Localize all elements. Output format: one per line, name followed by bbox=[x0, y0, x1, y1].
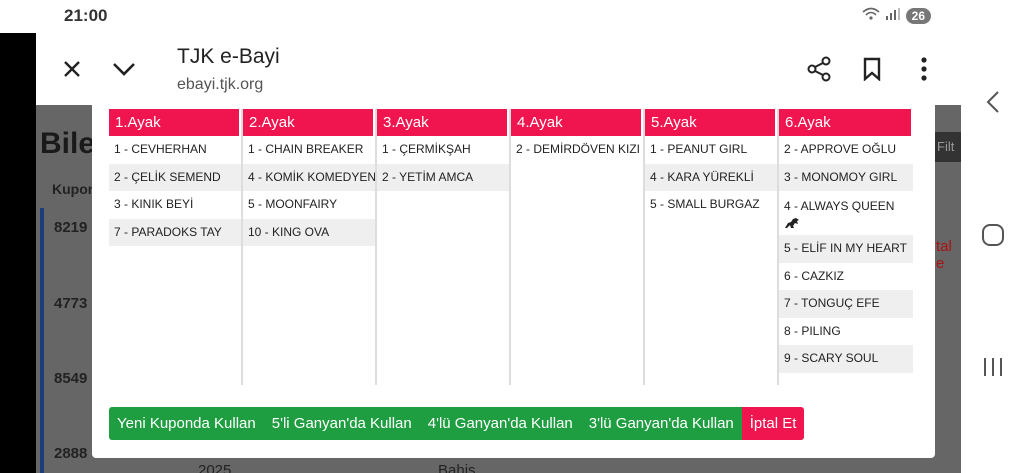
leg-header: 3.Ayak bbox=[377, 109, 509, 136]
bg-id: 4773 bbox=[54, 295, 88, 312]
horse-item[interactable]: 2 - YETİM AMCA bbox=[377, 163, 509, 191]
horse-item[interactable]: 7 - PARADOKS TAY bbox=[109, 218, 241, 246]
more-options-icon[interactable] bbox=[910, 55, 938, 83]
page-title: TJK e-Bayi bbox=[177, 45, 280, 68]
horse-item[interactable]: 1 - ÇERMİKŞAH bbox=[377, 136, 509, 164]
bookmark-icon[interactable] bbox=[858, 55, 886, 83]
horse-item[interactable]: 2 - APPROVE OĞLU bbox=[779, 136, 913, 164]
status-icons: 26 bbox=[862, 7, 931, 24]
leg-column: 3.Ayak 1 - ÇERMİKŞAH 2 - YETİM AMCA bbox=[377, 109, 511, 385]
page-url[interactable]: ebayi.tjk.org bbox=[177, 76, 263, 94]
bg-red-text: tal e bbox=[936, 238, 952, 272]
horse-item[interactable]: 10 - KING OVA bbox=[243, 218, 375, 246]
horse-item[interactable]: 5 - ELİF IN MY HEART bbox=[779, 235, 913, 263]
horse-item[interactable]: 8 - PILING bbox=[779, 318, 913, 346]
horse-item[interactable]: 6 - CAZKIZ bbox=[779, 263, 913, 291]
leg-header: 2.Ayak bbox=[243, 109, 375, 136]
home-icon[interactable] bbox=[979, 221, 1007, 249]
signal-icon bbox=[885, 8, 900, 23]
share-icon[interactable] bbox=[805, 55, 833, 83]
horse-item-label: 4 - ALWAYS QUEEN bbox=[784, 199, 895, 213]
selection-modal: 1.Ayak 1 - CEVHERHAN 2 - ÇELİK SEMEND 3 … bbox=[92, 105, 935, 458]
horse-item[interactable]: 4 - ALWAYS QUEEN bbox=[779, 191, 913, 235]
horse-item[interactable]: 1 - CHAIN BREAKER bbox=[243, 136, 375, 164]
horse-item[interactable]: 2 - DEMİRDÖVEN KIZI bbox=[511, 136, 643, 164]
horse-item[interactable]: 4 - KARA YÜREKLİ bbox=[645, 163, 777, 191]
horse-item[interactable]: 3 - KINIK BEYİ bbox=[109, 191, 241, 219]
horse-item[interactable]: 3 - MONOMOY GIRL bbox=[779, 163, 913, 191]
horse-icon bbox=[784, 217, 800, 233]
horse-item[interactable]: 7 - TONGUÇ EFE bbox=[779, 290, 913, 318]
bg-date: 2025 bbox=[198, 462, 232, 473]
back-icon[interactable] bbox=[979, 88, 1007, 116]
status-bar: 21:00 26 bbox=[0, 0, 961, 33]
ganyan-5-button[interactable]: 5'li Ganyan'da Kullan bbox=[263, 407, 420, 440]
horse-item[interactable]: 1 - CEVHERHAN bbox=[109, 136, 241, 164]
chevron-down-icon[interactable] bbox=[110, 55, 138, 83]
bg-id: 8549 bbox=[54, 370, 88, 387]
leg-header: 6.Ayak bbox=[779, 109, 913, 136]
cancel-button[interactable]: İptal Et bbox=[741, 407, 805, 440]
leg-column: 1.Ayak 1 - CEVHERHAN 2 - ÇELİK SEMEND 3 … bbox=[109, 109, 243, 385]
horse-item[interactable]: 5 - SMALL BURGAZ bbox=[645, 191, 777, 219]
legs-grid: 1.Ayak 1 - CEVHERHAN 2 - ÇELİK SEMEND 3 … bbox=[109, 109, 915, 385]
close-icon[interactable] bbox=[58, 55, 86, 83]
action-buttons: Yeni Kuponda Kullan 5'li Ganyan'da Kulla… bbox=[109, 407, 805, 440]
bg-id: 2888 bbox=[54, 445, 88, 462]
status-time: 21:00 bbox=[64, 6, 108, 25]
bg-column-header: Kupon bbox=[52, 181, 97, 197]
leg-header: 1.Ayak bbox=[109, 109, 241, 136]
ganyan-4-button[interactable]: 4'lü Ganyan'da Kullan bbox=[419, 407, 581, 440]
bg-accent-bar bbox=[40, 208, 44, 473]
horse-item[interactable]: 9 - SCARY SOUL bbox=[779, 345, 913, 373]
bg-id: 8219 bbox=[54, 219, 88, 236]
horse-item[interactable]: 2 - ÇELİK SEMEND bbox=[109, 163, 241, 191]
browser-toolbar: TJK e-Bayi ebayi.tjk.org bbox=[36, 33, 961, 105]
leg-column: 2.Ayak 1 - CHAIN BREAKER 4 - KOMİK KOMED… bbox=[243, 109, 377, 385]
wifi-icon bbox=[862, 7, 880, 24]
horse-item[interactable]: 5 - MOONFAIRY bbox=[243, 191, 375, 219]
ganyan-3-button[interactable]: 3'lü Ganyan'da Kullan bbox=[580, 407, 742, 440]
leg-header: 4.Ayak bbox=[511, 109, 643, 136]
leg-column: 6.Ayak 2 - APPROVE OĞLU 3 - MONOMOY GIRL… bbox=[779, 109, 913, 385]
leg-column: 4.Ayak 2 - DEMİRDÖVEN KIZI bbox=[511, 109, 645, 385]
horse-item[interactable]: 4 - KOMİK KOMEDYEN bbox=[243, 163, 375, 191]
leg-header: 5.Ayak bbox=[645, 109, 777, 136]
horse-item[interactable]: 1 - PEANUT GIRL bbox=[645, 136, 777, 164]
recents-icon[interactable] bbox=[979, 353, 1007, 381]
leg-column: 5.Ayak 1 - PEANUT GIRL 4 - KARA YÜREKLİ … bbox=[645, 109, 779, 385]
bg-bet: Bahis bbox=[438, 462, 476, 473]
new-coupon-button[interactable]: Yeni Kuponda Kullan bbox=[109, 407, 264, 440]
battery-icon: 26 bbox=[905, 7, 931, 24]
system-nav-bar bbox=[961, 0, 1024, 473]
bg-filter-button: Filt bbox=[931, 132, 961, 162]
